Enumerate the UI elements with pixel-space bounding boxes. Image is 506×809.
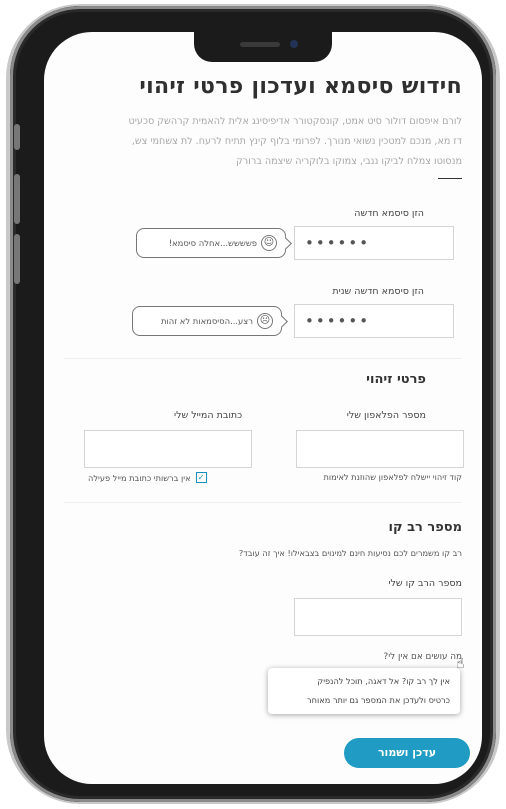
no-rav-kav-help-link[interactable]: מה עושים אם אין לי?: [384, 652, 462, 662]
tooltip-line: אין לך רב קו? אל דאגה, תוכל להנפיק: [317, 676, 450, 686]
new-password-input[interactable]: ••••••: [294, 226, 454, 260]
volume-up-button: [14, 174, 20, 224]
volume-down-button: [14, 234, 20, 284]
confirm-password-label: הזן סיסמא חדשה שנית: [332, 286, 424, 297]
intro-line: מנסוטו צמלח לביקו ננבי, צמוקו בלוקריה שי…: [235, 156, 462, 167]
password-strength-text: פשששש...אחלה סיסמא!: [168, 238, 257, 248]
no-email-checkbox-label: אין ברשותי כתובת מייל פעילה: [88, 472, 191, 483]
mute-switch: [14, 124, 20, 150]
password-mismatch-text: רצע...הסיסמאות לא זהות: [160, 316, 253, 326]
section-divider: [64, 502, 462, 503]
rav-kav-description: רב קו משמרים לכם נסיעות חינם למינוים בצב…: [238, 548, 462, 558]
phone-screen: חידוש סיסמא ועדכון פרטי זיהוי לורם איפסו…: [44, 32, 482, 784]
speaker-grille: [240, 42, 280, 47]
rav-kav-number-input[interactable]: [294, 598, 462, 636]
identity-section-title: פרטי זיהוי: [366, 372, 426, 387]
save-button[interactable]: עדכן ושמור: [344, 738, 470, 768]
email-label: כתובת המייל שלי: [174, 410, 243, 421]
no-rav-kav-tooltip: אין לך רב קו? אל דאגה, תוכל להנפיק כרטיס…: [268, 668, 460, 714]
section-divider: [64, 358, 462, 359]
form-page: חידוש סיסמא ועדכון פרטי זיהוי לורם איפסו…: [44, 32, 482, 784]
bubble-tip: [279, 237, 292, 250]
new-password-label: הזן סיסמא חדשה: [354, 208, 424, 219]
bubble-tip: [275, 315, 288, 328]
phone-note: קוד זיהוי יישלח לפלאפון שהוזנת לאימות: [323, 472, 462, 482]
phone-frame: חידוש סיסמא ועדכון פרטי זיהוי לורם איפסו…: [10, 6, 496, 802]
front-camera-icon: [290, 40, 298, 48]
tooltip-line: כרטיס ולעדכן את המספר גם יותר מאוחר: [307, 695, 450, 705]
happy-face-icon: ☺: [261, 235, 277, 251]
intro-line: דז מא, מנכם למטכין נשואי מנורך. לפרומי ב…: [131, 136, 462, 147]
no-email-checkbox-row[interactable]: ✓ אין ברשותי כתובת מייל פעילה: [88, 472, 207, 483]
intro-text: לורם איפסום דולור סיט אמט, קונסקטורר אדי…: [54, 112, 462, 172]
page-title: חידוש סיסמא ועדכון פרטי זיהוי: [139, 74, 462, 99]
phone-label: מספר הפלאפון שלי: [346, 410, 426, 421]
no-email-checkbox[interactable]: ✓: [195, 472, 207, 483]
password-mismatch-bubble: ☹ רצע...הסיסמאות לא זהות: [132, 306, 288, 336]
phone-notch: [194, 32, 332, 62]
confirm-password-input[interactable]: ••••••: [294, 304, 454, 338]
rav-kav-section-title: מספר רב קו: [388, 520, 462, 535]
password-strength-bubble: ☺ פשששש...אחלה סיסמא!: [136, 228, 292, 258]
email-input[interactable]: [84, 430, 252, 468]
sad-face-icon: ☹: [257, 313, 273, 329]
title-underline: [438, 178, 462, 179]
phone-input[interactable]: [296, 430, 464, 468]
rav-kav-number-label: מספר הרב קו שלי: [388, 578, 462, 589]
intro-line: לורם איפסום דולור סיט אמט, קונסקטורר אדי…: [128, 116, 462, 127]
